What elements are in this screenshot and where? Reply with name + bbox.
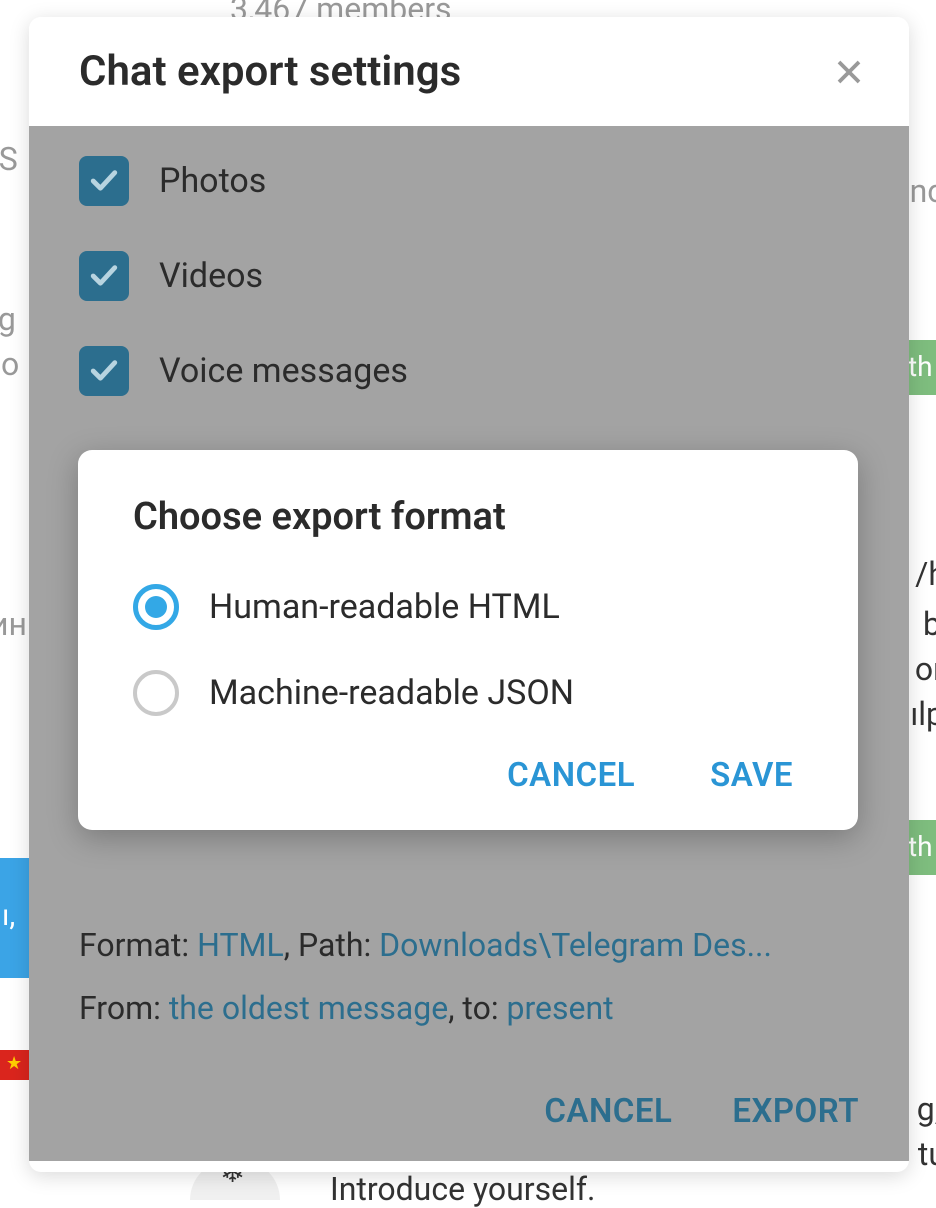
bg-fragment: th bbox=[906, 340, 936, 395]
bg-fragment: /h bbox=[915, 555, 936, 593]
radio-html[interactable] bbox=[133, 584, 179, 630]
from-to-line: From: the oldest message, to: present bbox=[79, 989, 859, 1027]
bg-fragment: nc bbox=[910, 172, 936, 210]
format-dialog-title: Choose export format bbox=[133, 495, 803, 539]
format-path-line: Format: HTML, Path: Downloads\Telegram D… bbox=[79, 926, 859, 964]
from-label: From: bbox=[79, 989, 169, 1027]
format-cancel-button[interactable]: CANCEL bbox=[507, 756, 635, 795]
cancel-button[interactable]: CANCEL bbox=[544, 1092, 672, 1131]
dialog-header: Chat export settings bbox=[29, 17, 909, 126]
close-icon bbox=[834, 57, 864, 87]
radio-json[interactable] bbox=[133, 670, 179, 716]
export-button[interactable]: EXPORT bbox=[732, 1092, 859, 1131]
bg-fragment: ı, bbox=[0, 858, 30, 978]
to-label: , to: bbox=[448, 989, 506, 1027]
radio-label: Machine-readable JSON bbox=[209, 673, 574, 713]
format-save-button[interactable]: SAVE bbox=[710, 756, 793, 795]
bg-fragment: tu bbox=[918, 1135, 936, 1173]
bg-fragment: or bbox=[915, 650, 936, 688]
format-label: Format: bbox=[79, 926, 197, 964]
bg-fragment: g, bbox=[917, 1090, 936, 1128]
checkbox-row-photos[interactable]: Photos bbox=[79, 156, 859, 206]
bg-fragment: ин bbox=[0, 605, 27, 643]
check-icon bbox=[89, 264, 119, 288]
dialog-title: Chat export settings bbox=[79, 47, 461, 96]
radio-row-html[interactable]: Human-readable HTML bbox=[133, 584, 803, 630]
radio-label: Human-readable HTML bbox=[209, 587, 560, 627]
checkbox-row-voice[interactable]: Voice messages bbox=[79, 346, 859, 396]
check-icon bbox=[89, 169, 119, 193]
bg-fragment: b bbox=[923, 605, 936, 643]
bg-intro-text: Introduce yourself. bbox=[330, 1170, 595, 1208]
checkbox-row-videos[interactable]: Videos bbox=[79, 251, 859, 301]
checkbox-label: Videos bbox=[159, 256, 263, 296]
checkbox-voice[interactable] bbox=[79, 346, 129, 396]
format-dialog-buttons: CANCEL SAVE bbox=[133, 756, 803, 795]
dialog-buttons: CANCEL EXPORT bbox=[544, 1092, 859, 1131]
close-button[interactable] bbox=[829, 52, 869, 92]
format-dialog: Choose export format Human-readable HTML… bbox=[78, 450, 858, 830]
bg-fragment: ılp bbox=[910, 695, 936, 733]
bg-fragment: ıg bbox=[0, 300, 16, 338]
bg-fragment: th bbox=[906, 820, 936, 875]
radio-row-json[interactable]: Machine-readable JSON bbox=[133, 670, 803, 716]
check-icon bbox=[89, 359, 119, 383]
checkbox-videos[interactable] bbox=[79, 251, 129, 301]
checkbox-photos[interactable] bbox=[79, 156, 129, 206]
format-link[interactable]: HTML bbox=[197, 926, 284, 964]
checkbox-label: Photos bbox=[159, 161, 266, 201]
checkbox-label: Voice messages bbox=[159, 351, 408, 391]
bg-fragment: IS bbox=[0, 140, 18, 178]
path-link[interactable]: Downloads\Telegram Des... bbox=[379, 926, 772, 964]
from-link[interactable]: the oldest message bbox=[169, 989, 448, 1027]
path-label: , Path: bbox=[284, 926, 379, 964]
bg-flag bbox=[0, 1050, 30, 1080]
to-link[interactable]: present bbox=[507, 989, 614, 1027]
bg-fragment: ɔo bbox=[0, 345, 19, 383]
